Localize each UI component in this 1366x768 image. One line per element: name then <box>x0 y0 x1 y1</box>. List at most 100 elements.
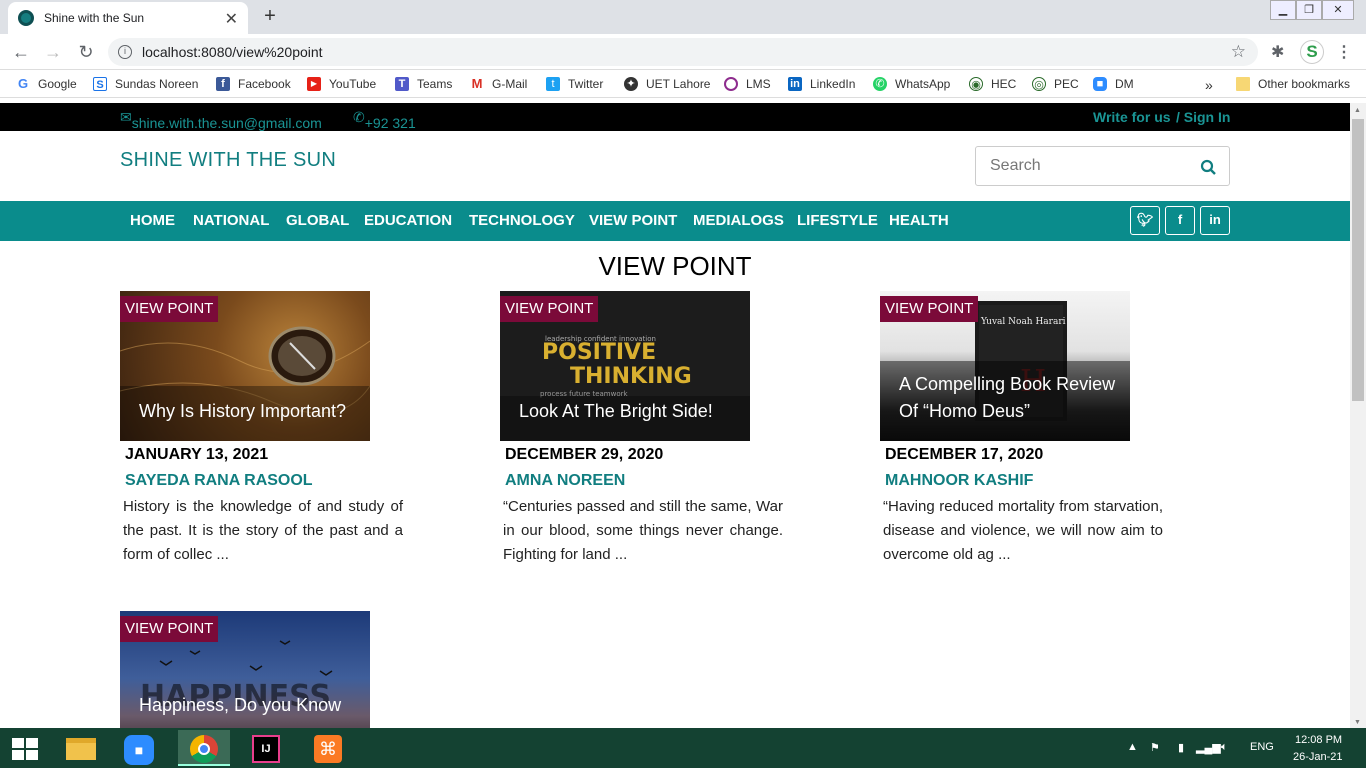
post-image-book-cover[interactable]: Yuval Noah Harari H VIEW POINT A Compell… <box>880 291 1130 441</box>
bookmark-teams[interactable]: T Teams <box>395 77 452 91</box>
sign-in-link[interactable]: / Sign In <box>1176 109 1230 125</box>
post-image-happiness[interactable]: HAPPINESS VIEW POINT Happiness, Do you K… <box>120 611 370 728</box>
reload-icon[interactable]: ↻ <box>75 41 97 63</box>
clock-date[interactable]: 26-Jan-21 <box>1293 751 1343 763</box>
info-icon[interactable]: i <box>118 45 132 59</box>
scroll-down-icon[interactable]: ▼ <box>1354 719 1361 726</box>
youtube-icon: ▶ <box>307 77 321 91</box>
post-author[interactable]: AMNA NOREEN <box>505 472 625 490</box>
restore-icon[interactable]: ❐ <box>1296 0 1322 20</box>
category-badge[interactable]: VIEW POINT <box>500 296 599 322</box>
bookmark-facebook[interactable]: f Facebook <box>216 77 291 91</box>
site-header: SHINE WITH THE SUN Search <box>0 131 1350 201</box>
category-badge[interactable]: VIEW POINT <box>120 616 219 642</box>
post-date: JANUARY 13, 2021 <box>125 446 269 463</box>
zoom-app-icon[interactable]: ■ <box>115 730 167 766</box>
scrollbar-thumb[interactable] <box>1352 119 1364 401</box>
forward-arrow-icon[interactable]: → <box>42 41 64 63</box>
browser-tab[interactable]: Shine with the Sun ✕ <box>8 2 248 34</box>
minimize-icon[interactable]: ▁ <box>1270 0 1296 20</box>
more-bookmarks-chevron[interactable]: » <box>1205 77 1213 93</box>
linkedin-icon[interactable]: in <box>1200 206 1230 235</box>
nav-lifestyle[interactable]: LIFESTYLE <box>797 212 878 229</box>
bookmarks-bar: G Google S Sundas Noreen f Facebook ▶ YouTub… <box>0 70 1366 98</box>
email-link[interactable]: ✉ shine.with.the.sun@gmail.com <box>120 109 322 131</box>
post-title[interactable]: Why Is History Important? <box>139 398 364 425</box>
bookmark-linkedin[interactable]: in LinkedIn <box>788 77 855 91</box>
post-title[interactable]: Happiness, Do you Know <box>139 692 364 719</box>
nav-education[interactable]: EDUCATION <box>364 212 452 229</box>
nav-global[interactable]: GLOBAL <box>286 212 349 229</box>
wifi-signal-icon[interactable]: ▂▄▆ <box>1196 741 1221 754</box>
extensions-puzzle-icon[interactable]: ✱ <box>1271 42 1284 62</box>
scroll-up-icon[interactable]: ▲ <box>1354 107 1361 114</box>
post-title[interactable]: A Compelling Book Review Of “Homo Deus” <box>899 371 1124 425</box>
bookmark-sundas[interactable]: S Sundas Noreen <box>93 77 198 91</box>
chrome-app-icon[interactable] <box>178 730 230 766</box>
window-close-icon[interactable]: ✕ <box>1322 0 1354 20</box>
bookmark-gmail[interactable]: M G-Mail <box>470 77 527 91</box>
site-favicon-icon <box>18 10 34 26</box>
new-tab-button[interactable]: + <box>257 5 283 29</box>
file-explorer-icon[interactable] <box>56 730 108 766</box>
other-bookmarks[interactable]: Other bookmarks <box>1236 77 1350 91</box>
network-warning-icon[interactable]: ⚑ <box>1150 741 1160 754</box>
lms-icon <box>724 77 738 91</box>
bookmark-youtube[interactable]: ▶ YouTube <box>307 77 376 91</box>
bookmark-hec[interactable]: ◉ HEC <box>969 77 1016 91</box>
nav-health[interactable]: HEALTH <box>889 212 949 229</box>
phone-link[interactable]: ✆ +92 321 4567890 <box>353 109 419 147</box>
nav-technology[interactable]: TECHNOLOGY <box>469 212 575 229</box>
write-for-us-link[interactable]: Write for us <box>1093 109 1171 125</box>
category-badge[interactable]: VIEW POINT <box>880 296 979 322</box>
post-author[interactable]: SAYEDA RANA RASOOL <box>125 472 313 490</box>
nav-national[interactable]: NATIONAL <box>193 212 269 229</box>
nav-home[interactable]: HOME <box>130 212 175 229</box>
tray-expand-icon[interactable]: ▲ <box>1127 741 1138 753</box>
search-icon[interactable] <box>1200 147 1217 187</box>
close-tab-icon[interactable]: ✕ <box>225 9 238 29</box>
bookmark-twitter[interactable]: t Twitter <box>546 77 603 91</box>
bookmark-whatsapp[interactable]: ✆ WhatsApp <box>873 77 950 91</box>
menu-kebab-icon[interactable]: ⋮ <box>1336 42 1352 62</box>
clock-time[interactable]: 12:08 PM <box>1295 734 1342 746</box>
facebook-icon: f <box>216 77 230 91</box>
page-scrollbar[interactable]: ▲ ▼ <box>1350 103 1366 728</box>
post-excerpt: History is the knowledge of and study of… <box>123 498 403 563</box>
contact-strip: ✉ shine.with.the.sun@gmail.com ✆ +92 321… <box>0 103 1350 147</box>
search-input[interactable]: Search <box>975 146 1230 186</box>
battery-icon[interactable]: ▮ <box>1178 741 1184 754</box>
twitter-icon: t <box>546 77 560 91</box>
nav-medialogs[interactable]: MEDIALOGS <box>693 212 784 229</box>
url-bar[interactable]: i localhost:8080/view%20point ☆ <box>108 38 1258 66</box>
post-image-positive-thinking[interactable]: leadership confident innovation POSITIVE… <box>500 291 750 441</box>
bookmark-uet[interactable]: ✦ UET Lahore <box>624 77 710 91</box>
google-icon: G <box>16 76 30 91</box>
hec-icon: ◉ <box>969 77 983 91</box>
profile-avatar[interactable]: S <box>1300 40 1324 64</box>
site-logo[interactable]: SHINE WITH THE SUN <box>120 149 336 172</box>
nav-view-point[interactable]: VIEW POINT <box>589 212 677 229</box>
teams-icon: T <box>395 77 409 91</box>
windows-start-icon[interactable] <box>12 738 38 760</box>
bookmark-dm[interactable]: ■ DM <box>1093 77 1134 91</box>
post-author[interactable]: MAHNOOR KASHIF <box>885 472 1033 490</box>
twitter-icon[interactable]: 🐦︎ <box>1130 206 1160 235</box>
category-badge[interactable]: VIEW POINT <box>120 296 219 322</box>
language-indicator[interactable]: ENG <box>1250 741 1274 753</box>
facebook-icon[interactable]: f <box>1165 206 1195 235</box>
post-title[interactable]: Look At The Bright Side! <box>519 398 744 425</box>
post-image-map-compass[interactable]: VIEW POINT Why Is History Important? <box>120 291 370 441</box>
bookmark-pec[interactable]: ◎ PEC <box>1032 77 1079 91</box>
bookmark-google[interactable]: G Google <box>16 77 77 91</box>
xampp-app-icon[interactable]: ⌘ <box>302 730 354 766</box>
bookmark-star-icon[interactable]: ☆ <box>1231 38 1246 66</box>
post-excerpt: “Having reduced mortality from starvatio… <box>883 498 1163 563</box>
url-text: localhost:8080/view%20point <box>142 44 323 60</box>
bookmark-lms[interactable]: LMS <box>724 77 771 91</box>
windows-taskbar: ■ IJ ⌘ ▲ ⚑ ▮ ▂▄▆ 🔈︎ ENG 12:08 PM 26-Jan-… <box>0 728 1366 768</box>
tab-title: Shine with the Sun <box>44 11 145 25</box>
back-arrow-icon[interactable]: ← <box>10 41 32 63</box>
intellij-app-icon[interactable]: IJ <box>240 730 292 766</box>
volume-icon[interactable]: 🔈︎ <box>1221 741 1228 754</box>
